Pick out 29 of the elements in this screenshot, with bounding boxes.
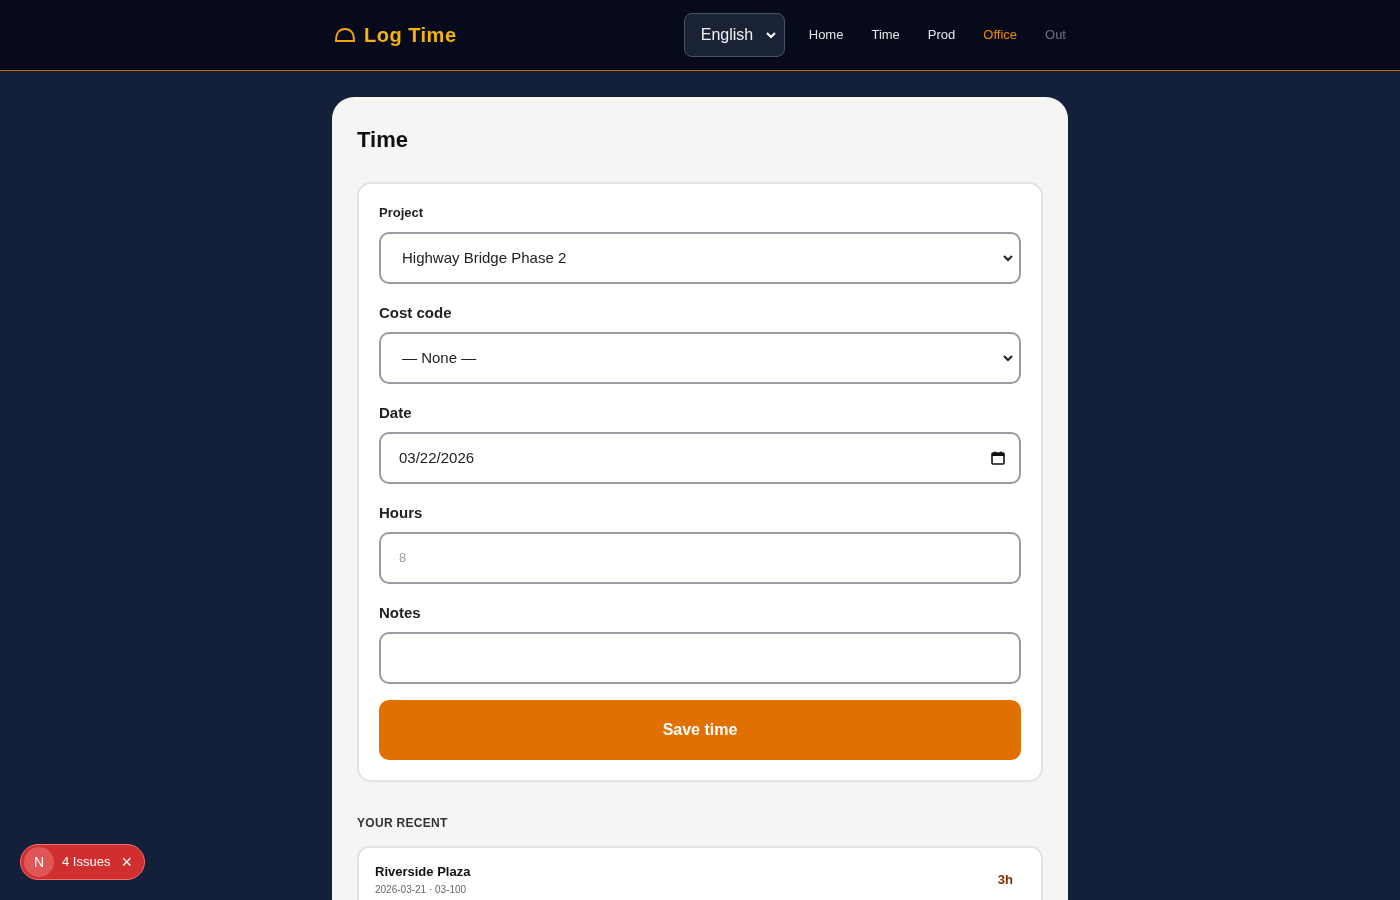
chevron-down-icon (1003, 254, 1013, 262)
page-title: Time (357, 126, 409, 154)
input-field[interactable] (379, 632, 1021, 684)
entry-meta: 2026-03-21 · 03-100 (375, 882, 468, 897)
issues-label: 4 Issues (62, 853, 111, 872)
chevron-down-icon (1003, 354, 1013, 362)
entry-project: Riverside Plaza (375, 863, 471, 881)
recent-entry[interactable]: Riverside Plaza 2026-03-21 · 03-100 3h (357, 846, 1043, 900)
nav-link[interactable]: Time (871, 25, 900, 45)
field-label: Cost code (379, 304, 453, 322)
chevron-down-icon (765, 31, 776, 39)
issues-badge[interactable]: N 4 Issues × (20, 844, 145, 880)
date-field[interactable]: 03/22/2026 (379, 432, 1021, 484)
calendar-icon[interactable] (991, 451, 1005, 465)
helmet-icon (334, 26, 356, 44)
close-icon[interactable]: × (121, 853, 132, 871)
dropdown-field[interactable]: — None — (379, 332, 1021, 384)
nav-link[interactable]: Home (808, 25, 844, 45)
app-logo: Log Time (364, 23, 457, 48)
language-select[interactable]: English (683, 13, 785, 57)
field-label: Date (379, 404, 413, 422)
field-label: Notes (379, 604, 422, 622)
entry-hours: 3h (997, 870, 1013, 889)
dropdown-field[interactable]: Highway Bridge Phase 2 (379, 232, 1021, 284)
field-label: Hours (379, 504, 424, 522)
nav-link[interactable]: Prod (927, 25, 956, 45)
nav-link[interactable]: Office (983, 25, 1018, 45)
section-heading: YOUR RECENT (357, 815, 449, 832)
field-label: Project (379, 204, 425, 222)
